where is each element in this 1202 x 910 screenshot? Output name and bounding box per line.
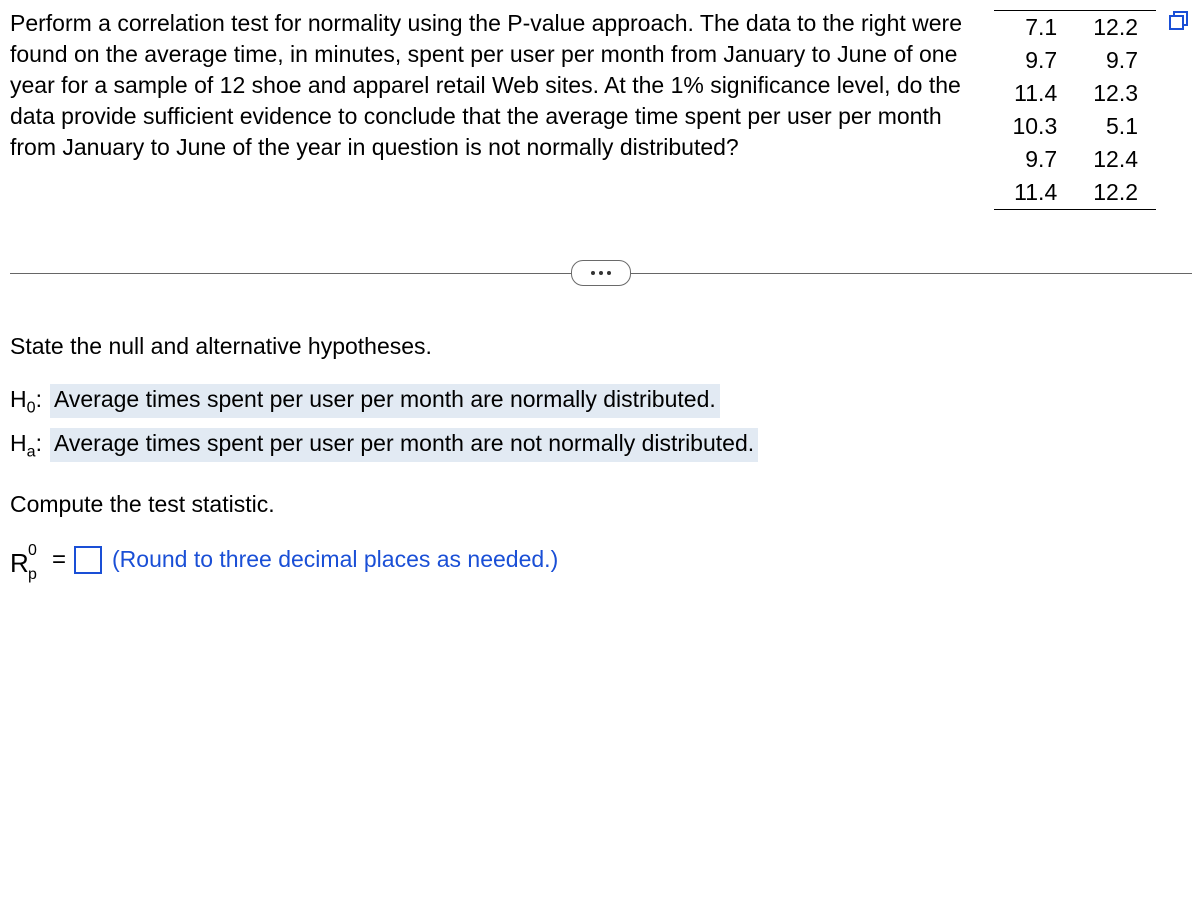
hypotheses-prompt: State the null and alternative hypothese… (10, 331, 1192, 362)
ha-selection[interactable]: Average times spent per user per month a… (50, 428, 758, 462)
cell: 9.7 (994, 44, 1075, 77)
table-row: 9.7 9.7 (994, 44, 1156, 77)
rp-statistic-symbol: R 0 p (10, 542, 40, 578)
cell: 11.4 (994, 176, 1075, 210)
cell: 12.2 (1075, 176, 1156, 210)
h0-label: H0: (10, 384, 42, 419)
h0-selection[interactable]: Average times spent per user per month a… (50, 384, 720, 418)
round-instruction: (Round to three decimal places as needed… (112, 544, 558, 575)
cell: 12.3 (1075, 77, 1156, 110)
problem-statement: Perform a correlation test for normality… (10, 8, 994, 163)
cell: 9.7 (994, 143, 1075, 176)
section-divider (10, 260, 1192, 286)
data-table: 7.1 12.2 9.7 9.7 11.4 12.3 10.3 5.1 9.7 (994, 10, 1156, 210)
cell: 11.4 (994, 77, 1075, 110)
expand-button[interactable] (571, 260, 631, 286)
copy-icon[interactable] (1168, 10, 1192, 32)
table-row: 11.4 12.2 (994, 176, 1156, 210)
cell: 9.7 (1075, 44, 1156, 77)
equals-sign: = (52, 544, 66, 576)
cell: 7.1 (994, 11, 1075, 45)
table-row: 11.4 12.3 (994, 77, 1156, 110)
cell: 12.4 (1075, 143, 1156, 176)
cell: 12.2 (1075, 11, 1156, 45)
rp-answer-input[interactable] (74, 546, 102, 574)
compute-stat-prompt: Compute the test statistic. (10, 489, 1192, 520)
table-row: 10.3 5.1 (994, 110, 1156, 143)
cell: 5.1 (1075, 110, 1156, 143)
cell: 10.3 (994, 110, 1075, 143)
ha-label: Ha: (10, 428, 42, 463)
table-row: 9.7 12.4 (994, 143, 1156, 176)
table-row: 7.1 12.2 (994, 11, 1156, 45)
